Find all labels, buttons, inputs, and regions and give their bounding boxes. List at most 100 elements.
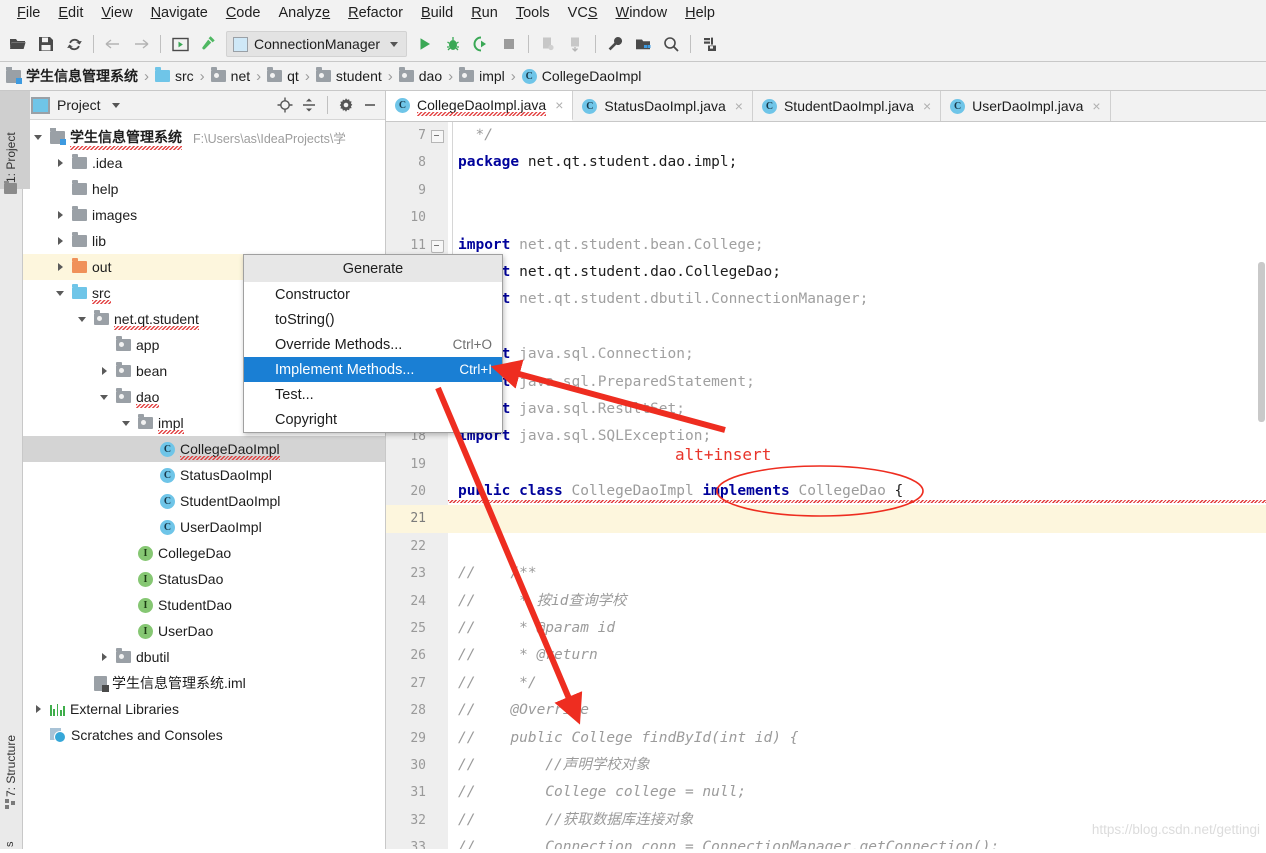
- close-icon[interactable]: ×: [923, 98, 931, 114]
- line-number[interactable]: 8: [386, 149, 448, 176]
- breadcrumb-item-student[interactable]: student: [315, 67, 382, 84]
- breadcrumb-item-class[interactable]: C CollegeDaoImpl: [521, 68, 641, 84]
- build-hammer-icon[interactable]: [194, 30, 222, 58]
- tree-item-userdaoimpl[interactable]: C UserDaoImpl: [23, 514, 385, 540]
- fold-marker[interactable]: [431, 239, 444, 253]
- line-number[interactable]: 10: [386, 204, 448, 231]
- line-number[interactable]: 29: [386, 725, 448, 752]
- tree-item-collegedao[interactable]: I CollegeDao: [23, 540, 385, 566]
- attach-icon[interactable]: [562, 30, 590, 58]
- tree-item-images[interactable]: images: [23, 202, 385, 228]
- code-line[interactable]: [448, 314, 1266, 341]
- code-line[interactable]: import java.sql.Connection;: [448, 341, 1266, 368]
- chevron-right-icon[interactable]: [53, 237, 67, 245]
- open-folder-icon[interactable]: [4, 30, 32, 58]
- generate-item-implementmethods[interactable]: Implement Methods... Ctrl+I: [244, 357, 502, 382]
- editor-scrollbar[interactable]: [1257, 122, 1266, 849]
- menu-item-file[interactable]: File: [8, 2, 49, 24]
- close-icon[interactable]: ×: [555, 97, 563, 113]
- code-line[interactable]: import net.qt.student.dao.CollegeDao;: [448, 259, 1266, 286]
- code-line[interactable]: public class CollegeDaoImpl implements C…: [448, 478, 1266, 505]
- line-number[interactable]: 32: [386, 807, 448, 834]
- editor-tab-statusdaoimpljava[interactable]: C StatusDaoImpl.java ×: [573, 91, 753, 121]
- breadcrumb-item-project[interactable]: 学生信息管理系统: [6, 66, 138, 86]
- chevron-down-icon[interactable]: [111, 102, 120, 108]
- code-text[interactable]: */ package net.qt.student.dao.impl; import…: [448, 122, 1266, 849]
- line-number[interactable]: 31: [386, 779, 448, 806]
- fold-marker[interactable]: [431, 130, 444, 143]
- scrollbar-thumb[interactable]: [1258, 262, 1265, 422]
- project-structure-icon[interactable]: [629, 30, 657, 58]
- line-number[interactable]: 21: [386, 505, 448, 533]
- code-line[interactable]: [448, 177, 1266, 204]
- line-number[interactable]: 23: [386, 560, 448, 587]
- debug-icon[interactable]: [439, 30, 467, 58]
- tree-item-userdao[interactable]: I UserDao: [23, 618, 385, 644]
- code-line[interactable]: [448, 533, 1266, 560]
- close-icon[interactable]: ×: [1092, 98, 1100, 114]
- editor-tab-collegedaoimpljava[interactable]: C CollegeDaoImpl.java ×: [386, 91, 574, 121]
- chevron-down-icon[interactable]: [119, 421, 133, 426]
- line-number[interactable]: 26: [386, 642, 448, 669]
- generate-item-test[interactable]: Test...: [244, 382, 502, 407]
- menu-item-analyze[interactable]: Analyze: [270, 2, 340, 24]
- tree-item-studentdao[interactable]: I StudentDao: [23, 592, 385, 618]
- code-line[interactable]: import java.sql.ResultSet;: [448, 396, 1266, 423]
- chevron-down-icon[interactable]: [53, 291, 67, 296]
- menu-item-tools[interactable]: Tools: [507, 2, 559, 24]
- menu-item-view[interactable]: View: [92, 2, 141, 24]
- generate-item-constructor[interactable]: Constructor: [244, 282, 502, 307]
- tree-item-studentdaoimpl[interactable]: C StudentDaoImpl: [23, 488, 385, 514]
- menu-item-code[interactable]: Code: [217, 2, 270, 24]
- code-line[interactable]: // * @param id: [448, 615, 1266, 642]
- run-config-icon[interactable]: [166, 30, 194, 58]
- run-coverage-icon[interactable]: [467, 30, 495, 58]
- tree-item-scratchesandconsoles[interactable]: Scratches and Consoles: [23, 722, 385, 748]
- search-icon[interactable]: [657, 30, 685, 58]
- run-icon[interactable]: [411, 30, 439, 58]
- code-line[interactable]: // //声明学校对象: [448, 752, 1266, 779]
- breadcrumb-item-net[interactable]: net: [210, 67, 250, 84]
- gear-icon[interactable]: [335, 94, 357, 116]
- code-line[interactable]: import java.sql.SQLException;: [448, 423, 1266, 450]
- grid-icon[interactable]: [5, 797, 17, 809]
- db-sync-icon[interactable]: [696, 30, 724, 58]
- favorites-icon[interactable]: [4, 181, 17, 194]
- chevron-right-icon[interactable]: [53, 211, 67, 219]
- line-number[interactable]: 9: [386, 177, 448, 204]
- code-line[interactable]: // public College findById(int id) {: [448, 725, 1266, 752]
- project-tree[interactable]: 学生信息管理系统 F:\Users\as\IdeaProjects\学 .idea h…: [23, 120, 385, 849]
- menu-item-vcs[interactable]: VCS: [559, 2, 607, 24]
- back-arrow-icon[interactable]: [99, 30, 127, 58]
- editor-tab-userdaoimpljava[interactable]: C UserDaoImpl.java ×: [941, 91, 1111, 121]
- menu-item-run[interactable]: Run: [462, 2, 507, 24]
- profile-icon[interactable]: [534, 30, 562, 58]
- generate-item-overridemethods[interactable]: Override Methods... Ctrl+O: [244, 332, 502, 357]
- generate-popup[interactable]: Generate Constructor toString() Override M…: [243, 254, 503, 433]
- tree-item-statusdao[interactable]: I StatusDao: [23, 566, 385, 592]
- close-icon[interactable]: ×: [735, 98, 743, 114]
- chevron-right-icon[interactable]: [53, 159, 67, 167]
- hide-icon[interactable]: [359, 94, 381, 116]
- line-number[interactable]: 30: [386, 752, 448, 779]
- breadcrumb-item-dao[interactable]: dao: [398, 67, 442, 84]
- line-number[interactable]: 19: [386, 451, 448, 478]
- tree-item-externallibraries[interactable]: External Libraries: [23, 696, 385, 722]
- code-view[interactable]: 7891011121314151617181920212223242526272…: [386, 122, 1266, 849]
- line-number[interactable]: 20: [386, 478, 448, 505]
- chevron-right-icon[interactable]: [97, 367, 111, 375]
- code-line[interactable]: // */: [448, 670, 1266, 697]
- save-all-icon[interactable]: [32, 30, 60, 58]
- line-number[interactable]: 24: [386, 588, 448, 615]
- breadcrumb-item-impl[interactable]: impl: [459, 67, 505, 84]
- code-line[interactable]: package net.qt.student.dao.impl;: [448, 149, 1266, 176]
- code-line[interactable]: // @Override: [448, 697, 1266, 724]
- code-line[interactable]: // College college = null;: [448, 779, 1266, 806]
- chevron-right-icon[interactable]: [53, 263, 67, 271]
- locate-target-icon[interactable]: [274, 94, 296, 116]
- code-line[interactable]: [448, 204, 1266, 231]
- tree-item-idea[interactable]: .idea: [23, 150, 385, 176]
- chevron-down-icon[interactable]: [75, 317, 89, 322]
- code-line[interactable]: [448, 505, 1266, 533]
- breadcrumb-item-qt[interactable]: qt: [267, 67, 299, 84]
